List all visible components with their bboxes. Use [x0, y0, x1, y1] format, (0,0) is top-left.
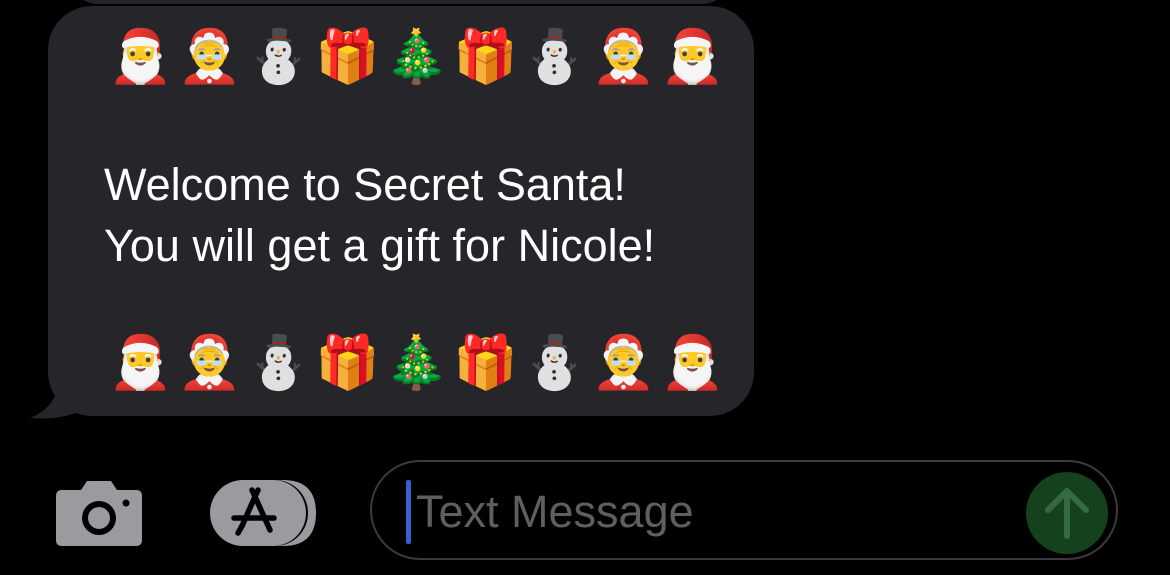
mrs-claus-emoji: 🤶 [591, 27, 656, 87]
message-line-2: You will get a gift for Nicole! [104, 220, 656, 271]
mrs-claus-emoji: 🤶 [177, 27, 242, 87]
snowman-emoji: ⛄ [246, 333, 311, 393]
emoji-row-bottom: 🎅 🤶 ⛄ 🎁 🎄 🎁 ⛄ 🤶 🎅 [108, 332, 725, 394]
santa-emoji: 🎅 [108, 333, 173, 393]
messages-screen: 🎅 🤶 ⛄ 🎁 🎄 🎁 ⛄ 🤶 🎅 Welcome to Secret Sant… [0, 0, 1170, 575]
message-input-placeholder[interactable]: Text Message [416, 484, 694, 540]
message-input-field[interactable]: Text Message [370, 460, 1118, 560]
snowman-emoji: ⛄ [522, 333, 587, 393]
emoji-row-top: 🎅 🤶 ⛄ 🎁 🎄 🎁 ⛄ 🤶 🎅 [108, 26, 725, 88]
gift-emoji: 🎁 [453, 333, 518, 393]
camera-icon [56, 481, 142, 546]
gift-emoji: 🎁 [453, 27, 518, 87]
christmas-tree-emoji: 🎄 [384, 333, 449, 393]
text-caret [406, 480, 411, 544]
message-bubble[interactable]: 🎅 🤶 ⛄ 🎁 🎄 🎁 ⛄ 🤶 🎅 Welcome to Secret Sant… [48, 6, 754, 416]
mrs-claus-emoji: 🤶 [591, 333, 656, 393]
send-button[interactable] [1026, 472, 1108, 554]
christmas-tree-emoji: 🎄 [384, 27, 449, 87]
gift-emoji: 🎁 [315, 333, 380, 393]
app-store-icon [208, 480, 316, 546]
mrs-claus-emoji: 🤶 [177, 333, 242, 393]
santa-emoji: 🎅 [108, 27, 173, 87]
santa-emoji: 🎅 [660, 27, 725, 87]
message-line-1: Welcome to Secret Santa! [104, 159, 626, 210]
previous-message-bubble[interactable] [70, 0, 730, 4]
message-text: Welcome to Secret Santa! You will get a … [104, 154, 754, 276]
app-store-button[interactable] [208, 478, 320, 548]
received-message[interactable]: 🎅 🤶 ⛄ 🎁 🎄 🎁 ⛄ 🤶 🎅 Welcome to Secret Sant… [30, 6, 760, 419]
snowman-emoji: ⛄ [522, 27, 587, 87]
snowman-emoji: ⛄ [246, 27, 311, 87]
arrow-up-icon [1045, 488, 1089, 539]
santa-emoji: 🎅 [660, 333, 725, 393]
gift-emoji: 🎁 [315, 27, 380, 87]
camera-button[interactable] [54, 478, 144, 548]
